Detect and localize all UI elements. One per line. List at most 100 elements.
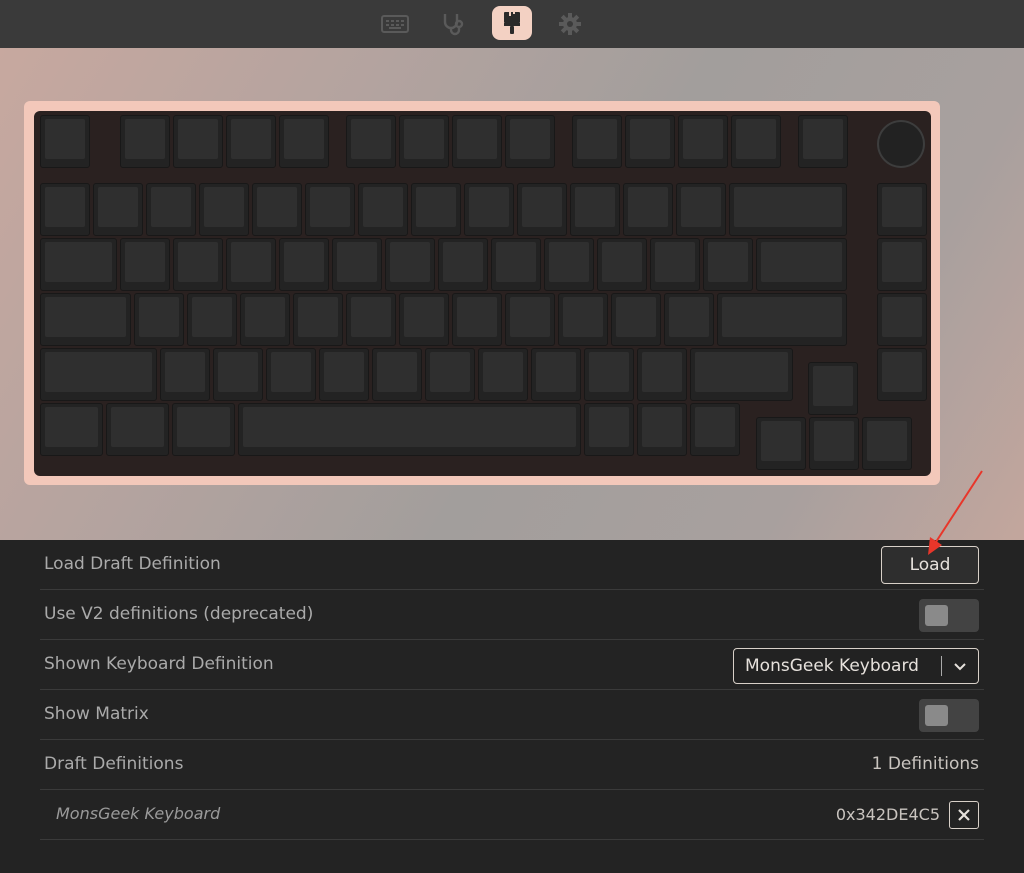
keycap[interactable]: [425, 348, 475, 401]
row-load-draft: Load Draft Definition Load: [40, 540, 984, 590]
keycap[interactable]: [572, 115, 622, 168]
keycap[interactable]: [120, 238, 170, 291]
keycap[interactable]: [40, 183, 90, 236]
keycap[interactable]: [808, 362, 858, 415]
keycap[interactable]: [623, 183, 673, 236]
keycap[interactable]: [678, 115, 728, 168]
keycap[interactable]: [146, 183, 196, 236]
keycap[interactable]: [252, 183, 302, 236]
keycap[interactable]: [505, 293, 555, 346]
remove-draft-button[interactable]: [949, 801, 979, 829]
keycap[interactable]: [40, 348, 157, 401]
keycap[interactable]: [862, 417, 912, 470]
keycap[interactable]: [570, 183, 620, 236]
keycap[interactable]: [491, 238, 541, 291]
keycap[interactable]: [756, 417, 806, 470]
keycap[interactable]: [332, 238, 382, 291]
load-draft-label: Load Draft Definition: [44, 554, 221, 574]
keycap[interactable]: [464, 183, 514, 236]
rotary-knob[interactable]: [877, 120, 925, 168]
keycap[interactable]: [279, 238, 329, 291]
keycap[interactable]: [372, 348, 422, 401]
shown-definition-label: Shown Keyboard Definition: [44, 654, 274, 674]
keycap[interactable]: [226, 115, 276, 168]
keycap[interactable]: [305, 183, 355, 236]
keycap[interactable]: [346, 293, 396, 346]
keycap[interactable]: [319, 348, 369, 401]
keycap[interactable]: [385, 238, 435, 291]
keycap[interactable]: [637, 348, 687, 401]
keycap[interactable]: [877, 293, 927, 346]
nav-paintbrush-icon[interactable]: [492, 6, 532, 40]
draft-definitions-label: Draft Definitions: [44, 754, 184, 774]
keycap[interactable]: [399, 293, 449, 346]
keycap[interactable]: [438, 238, 488, 291]
show-matrix-label: Show Matrix: [44, 704, 149, 724]
keycap[interactable]: [478, 348, 528, 401]
keycap[interactable]: [172, 403, 235, 456]
keycap[interactable]: [544, 238, 594, 291]
keycap[interactable]: [293, 293, 343, 346]
keycap[interactable]: [199, 183, 249, 236]
keycap[interactable]: [690, 403, 740, 456]
keycap[interactable]: [877, 238, 927, 291]
keycap[interactable]: [93, 183, 143, 236]
draft-item-name: MonsGeek Keyboard: [56, 804, 221, 823]
keycap[interactable]: [238, 403, 581, 456]
definition-select-value: MonsGeek Keyboard: [745, 656, 919, 676]
keycap[interactable]: [40, 238, 117, 291]
keycap[interactable]: [120, 115, 170, 168]
keycap[interactable]: [756, 238, 847, 291]
keycap[interactable]: [399, 115, 449, 168]
keycap[interactable]: [240, 293, 290, 346]
keycap[interactable]: [809, 417, 859, 470]
keycap[interactable]: [226, 238, 276, 291]
keycap[interactable]: [664, 293, 714, 346]
keycap[interactable]: [106, 403, 169, 456]
keycap[interactable]: [173, 238, 223, 291]
keycap[interactable]: [134, 293, 184, 346]
keycap[interactable]: [676, 183, 726, 236]
keycap[interactable]: [650, 238, 700, 291]
show-matrix-toggle[interactable]: [919, 699, 979, 732]
keycap[interactable]: [517, 183, 567, 236]
keycap[interactable]: [717, 293, 847, 346]
top-nav-bar: [0, 0, 1024, 48]
keycap[interactable]: [266, 348, 316, 401]
keycap[interactable]: [213, 348, 263, 401]
keycap[interactable]: [703, 238, 753, 291]
nav-keyboard-icon[interactable]: [379, 8, 411, 40]
keycap[interactable]: [40, 403, 103, 456]
keycap[interactable]: [346, 115, 396, 168]
keycap[interactable]: [625, 115, 675, 168]
keycap[interactable]: [584, 348, 634, 401]
toggle-knob: [925, 605, 948, 626]
keycap[interactable]: [279, 115, 329, 168]
keycap[interactable]: [531, 348, 581, 401]
definition-select[interactable]: MonsGeek Keyboard: [733, 648, 979, 684]
keycap[interactable]: [597, 238, 647, 291]
keycap[interactable]: [584, 403, 634, 456]
nav-stethoscope-icon[interactable]: [437, 8, 469, 40]
keycap[interactable]: [877, 348, 927, 401]
keycap[interactable]: [452, 115, 502, 168]
keycap[interactable]: [558, 293, 608, 346]
keycap[interactable]: [690, 348, 793, 401]
keycap[interactable]: [452, 293, 502, 346]
nav-gear-icon[interactable]: [554, 8, 586, 40]
keycap[interactable]: [187, 293, 237, 346]
keycap[interactable]: [798, 115, 848, 168]
keycap[interactable]: [40, 293, 131, 346]
keycap[interactable]: [877, 183, 927, 236]
keycap[interactable]: [40, 115, 90, 168]
keycap[interactable]: [731, 115, 781, 168]
keycap[interactable]: [729, 183, 847, 236]
keycap[interactable]: [358, 183, 408, 236]
keycap[interactable]: [173, 115, 223, 168]
keycap[interactable]: [160, 348, 210, 401]
keycap[interactable]: [637, 403, 687, 456]
keycap[interactable]: [505, 115, 555, 168]
keycap[interactable]: [611, 293, 661, 346]
keycap[interactable]: [411, 183, 461, 236]
use-v2-toggle[interactable]: [919, 599, 979, 632]
